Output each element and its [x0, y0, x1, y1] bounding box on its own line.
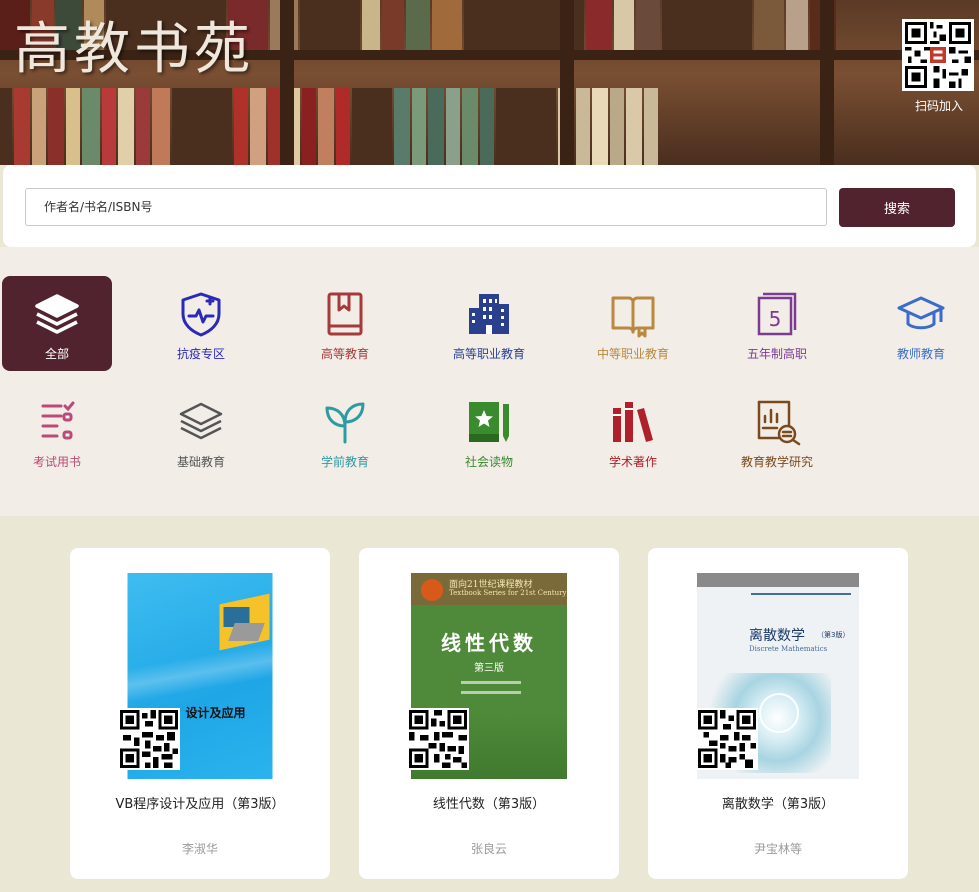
category-higher-education[interactable]: 高等教育	[290, 276, 400, 371]
qr-code-icon	[696, 708, 758, 770]
category-teaching-research[interactable]: 教育教学研究	[722, 384, 832, 479]
category-teacher-education[interactable]: 教师教育	[866, 276, 976, 371]
category-general-reading[interactable]: 社会读物	[434, 384, 544, 479]
search-bar: 搜索	[3, 165, 976, 247]
category-label: 教师教育	[896, 347, 945, 361]
category-academic[interactable]: 学术著作	[578, 384, 688, 479]
cover-series-en: Textbook Series for 21st Century	[449, 589, 567, 597]
category-label: 社会读物	[464, 455, 513, 469]
category-all[interactable]: 全部	[2, 276, 112, 371]
category-anti-epidemic[interactable]: 抗疫专区	[146, 276, 256, 371]
svg-text:5: 5	[769, 307, 782, 331]
cover-subtitle-en: Discrete Mathematics	[749, 645, 828, 653]
sprout-icon	[325, 402, 365, 444]
checklist-icon	[41, 401, 75, 440]
qr-code-icon	[118, 708, 180, 770]
qr-code-icon	[407, 708, 469, 770]
category-label: 中等职业教育	[596, 347, 669, 361]
cover-edition: （第3版）	[817, 631, 850, 639]
category-label: 基础教育	[176, 455, 225, 469]
category-label: 学前教育	[320, 455, 369, 469]
calendar-five-icon: 5	[757, 292, 797, 336]
search-input[interactable]	[25, 188, 827, 226]
join-qr[interactable]: 扫码加入	[902, 19, 976, 114]
book-author: 尹宝林等	[753, 842, 802, 856]
qr-label: 扫码加入	[914, 99, 963, 113]
open-book-icon	[611, 296, 655, 338]
category-nav: 全部 抗疫专区 高等教育 高等职业教育 中等职业教育 5 五年制高职 教师教育 …	[0, 247, 979, 516]
category-label: 抗疫专区	[176, 347, 225, 361]
category-label: 学术著作	[608, 455, 657, 469]
book-bookmark-icon	[327, 292, 363, 336]
book-author: 张良云	[470, 842, 507, 856]
book-author: 李淑华	[181, 842, 218, 856]
book-title[interactable]: 离散数学（第3版）	[648, 793, 908, 812]
book-card[interactable]: 设计及应用 VB程序设计及应用（第3版） 李淑华	[70, 548, 330, 879]
research-icon	[757, 400, 801, 446]
book-card[interactable]: 离散数学 （第3版） Discrete Mathematics 离散数学（第3版…	[648, 548, 908, 879]
category-label: 高等教育	[320, 347, 369, 361]
category-label: 教育教学研究	[740, 455, 813, 469]
category-label: 全部	[44, 347, 69, 361]
star-book-icon	[469, 402, 509, 442]
stack-icon	[179, 402, 223, 440]
site-title: 高教书苑	[14, 17, 254, 82]
shield-heartbeat-icon	[181, 292, 221, 337]
cover-title: 设计及应用	[185, 706, 246, 720]
layers-icon	[35, 294, 79, 334]
header-banner: 高教书苑 扫码加入	[0, 0, 979, 165]
building-icon	[469, 294, 509, 334]
cover-title: 线性代数	[441, 631, 537, 655]
cover-title: 离散数学	[749, 628, 805, 644]
qr-code-icon	[902, 19, 974, 91]
search-button[interactable]: 搜索	[839, 188, 955, 227]
category-secondary-vocational[interactable]: 中等职业教育	[578, 276, 688, 371]
category-label: 五年制高职	[746, 347, 807, 361]
category-label: 考试用书	[32, 455, 81, 469]
books-icon	[613, 402, 653, 442]
category-higher-vocational[interactable]: 高等职业教育	[434, 276, 544, 371]
category-label: 高等职业教育	[452, 347, 525, 361]
graduation-cap-icon	[897, 296, 945, 330]
cover-edition: 第三版	[474, 663, 504, 674]
book-card[interactable]: 面向21世纪课程教材 Textbook Series for 21st Cent…	[359, 548, 619, 879]
category-preschool[interactable]: 学前教育	[290, 384, 400, 479]
category-five-year[interactable]: 5 五年制高职	[722, 276, 832, 371]
category-exam[interactable]: 考试用书	[2, 384, 112, 479]
book-title[interactable]: 线性代数（第3版）	[359, 793, 619, 812]
category-basic-education[interactable]: 基础教育	[146, 384, 256, 479]
book-title[interactable]: VB程序设计及应用（第3版）	[70, 793, 330, 812]
